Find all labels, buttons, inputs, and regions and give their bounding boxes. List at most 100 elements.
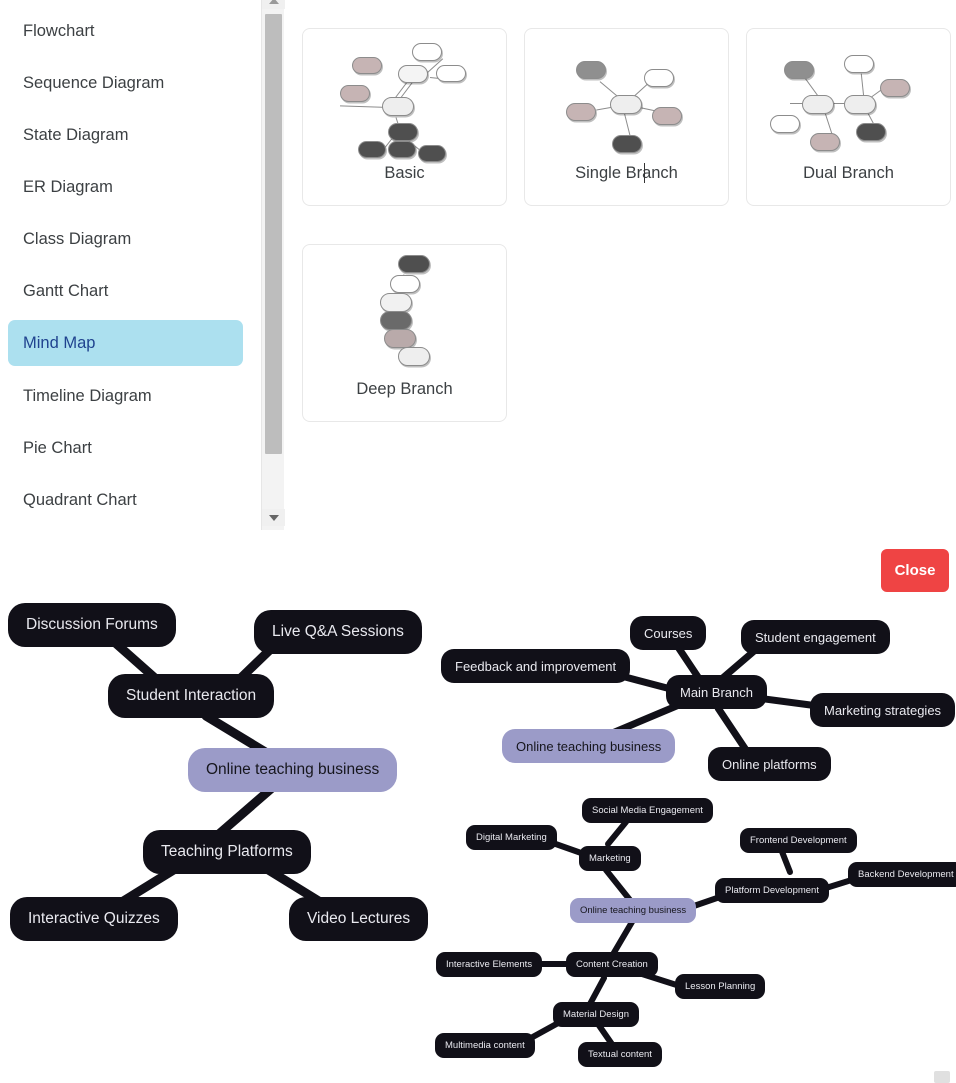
mindmap-node[interactable]: Teaching Platforms: [143, 830, 311, 874]
scrollbar-thumb[interactable]: [265, 14, 282, 454]
mindmap-node[interactable]: Digital Marketing: [466, 825, 557, 850]
sidebar-item-pie-chart[interactable]: Pie Chart: [8, 425, 243, 471]
mindmap-node[interactable]: Frontend Development: [740, 828, 857, 853]
thumb-node: [398, 65, 428, 83]
mindmap-node-accent[interactable]: Online teaching business: [502, 729, 676, 763]
thumb-node: [390, 275, 420, 293]
thumb-node: [340, 85, 370, 102]
thumb-node: [856, 123, 886, 141]
mindmap-node-center[interactable]: Online teaching business: [188, 748, 398, 792]
mindmap-node[interactable]: Interactive Quizzes: [10, 897, 178, 941]
sidebar-item-state-diagram[interactable]: State Diagram: [8, 112, 243, 158]
thumb-node: [398, 255, 430, 273]
sidebar-item-er-diagram[interactable]: ER Diagram: [8, 164, 243, 210]
mindmap-node[interactable]: Content Creation: [566, 952, 658, 977]
mindmap-node[interactable]: Live Q&A Sessions: [254, 610, 422, 654]
scroll-up-button[interactable]: [262, 0, 285, 9]
thumb-link: [340, 105, 389, 108]
template-card-label: Dual Branch: [803, 164, 894, 182]
mindmap-node[interactable]: Online platforms: [708, 747, 831, 781]
edge: [609, 919, 635, 959]
mindmap-node[interactable]: Backend Development: [848, 862, 956, 887]
sidebar-item-label: Pie Chart: [23, 438, 92, 457]
sidebar-item-label: Mind Map: [23, 333, 96, 352]
chevron-up-icon: [268, 0, 279, 4]
mindmap-node[interactable]: Multimedia content: [435, 1033, 535, 1058]
sidebar-scrollbar[interactable]: [261, 0, 285, 530]
sidebar-item-label: Sequence Diagram: [23, 73, 165, 92]
template-card-grid: Basic Single Branch Dual Branch Deep Bra…: [296, 0, 956, 430]
sidebar-item-sequence-diagram[interactable]: Sequence Diagram: [8, 60, 243, 106]
mindmap-left-preview: Discussion Forums Live Q&A Sessions Stud…: [0, 598, 430, 948]
edge: [587, 975, 607, 1007]
close-button[interactable]: Close: [881, 549, 949, 592]
sidebar-item-label: State Diagram: [23, 125, 129, 144]
deep-branch-thumbnail: [312, 251, 497, 376]
thumb-node: [380, 311, 412, 330]
sidebar-item-label: Timeline Diagram: [23, 386, 152, 405]
mindmap-deep-branch-preview: Social Media Engagement Digital Marketin…: [430, 792, 956, 1083]
thumb-node: [652, 107, 682, 125]
thumb-node: [844, 95, 876, 114]
thumb-node: [382, 97, 414, 116]
sidebar-item-timeline-diagram[interactable]: Timeline Diagram: [8, 373, 243, 419]
thumb-node: [610, 95, 642, 114]
template-card-label: Single Branch: [575, 164, 678, 182]
thumb-node: [384, 329, 416, 348]
thumb-node: [398, 347, 430, 366]
mindmap-node[interactable]: Courses: [630, 616, 707, 650]
mindmap-node[interactable]: Video Lectures: [289, 897, 429, 941]
thumb-node: [388, 123, 418, 141]
mindmap-node[interactable]: Textual content: [578, 1042, 662, 1067]
thumb-node: [566, 103, 596, 121]
mindmap-node-center[interactable]: Main Branch: [666, 675, 767, 709]
scroll-down-button[interactable]: [262, 509, 285, 526]
mindmap-node[interactable]: Material Design: [553, 1002, 639, 1027]
mindmap-node[interactable]: Marketing: [579, 846, 641, 871]
mindmap-node[interactable]: Lesson Planning: [675, 974, 766, 999]
mindmap-node[interactable]: Social Media Engagement: [582, 798, 713, 823]
thumb-node: [844, 55, 874, 73]
thumb-node: [576, 61, 606, 79]
mindmap-node[interactable]: Student Interaction: [108, 674, 275, 718]
sidebar-item-mind-map[interactable]: Mind Map: [8, 320, 243, 366]
template-card-dual-branch[interactable]: Dual Branch: [746, 28, 951, 206]
thumb-node: [644, 69, 674, 87]
app-root: Flowchart Sequence Diagram State Diagram…: [0, 0, 956, 1083]
edge: [605, 819, 629, 847]
sidebar-item-label: Flowchart: [23, 21, 95, 40]
template-card-label: Basic: [384, 164, 425, 182]
sidebar-item-label: ER Diagram: [23, 177, 113, 196]
dual-branch-thumbnail: [756, 35, 941, 160]
mindmap-node[interactable]: Student engagement: [741, 620, 890, 654]
thumb-node: [352, 57, 382, 74]
resize-handle-icon: [934, 1071, 950, 1083]
thumb-node: [802, 95, 834, 114]
thumb-node: [388, 141, 416, 158]
template-card-single-branch[interactable]: Single Branch: [524, 28, 729, 206]
mindmap-node[interactable]: Platform Development: [715, 878, 829, 903]
sidebar-item-class-diagram[interactable]: Class Diagram: [8, 216, 243, 262]
sidebar-item-label: Gantt Chart: [23, 281, 109, 300]
thumb-node: [880, 79, 910, 97]
sidebar-item-quadrant-chart[interactable]: Quadrant Chart: [8, 477, 243, 523]
thumb-node: [436, 65, 466, 82]
sidebar-item-gantt-chart[interactable]: Gantt Chart: [8, 268, 243, 314]
diagram-type-sidebar: Flowchart Sequence Diagram State Diagram…: [0, 0, 258, 530]
template-picker-panel: Flowchart Sequence Diagram State Diagram…: [0, 0, 956, 530]
thumb-node: [784, 61, 814, 79]
edge: [603, 867, 633, 903]
mindmap-node[interactable]: Discussion Forums: [8, 603, 176, 647]
mindmap-node[interactable]: Marketing strategies: [810, 693, 956, 727]
sidebar-item-flowchart[interactable]: Flowchart: [8, 8, 243, 54]
text-caret: [644, 163, 646, 183]
template-card-label: Deep Branch: [356, 380, 453, 398]
basic-thumbnail: [312, 35, 497, 162]
mindmap-single-branch-preview: Courses Student engagement Feedback and …: [430, 598, 956, 788]
mindmap-node[interactable]: Interactive Elements: [436, 952, 543, 977]
template-card-basic[interactable]: Basic: [302, 28, 507, 206]
mindmap-node-center[interactable]: Online teaching business: [570, 898, 697, 923]
thumb-node: [412, 43, 442, 61]
mindmap-node[interactable]: Feedback and improvement: [441, 649, 631, 683]
template-card-deep-branch[interactable]: Deep Branch: [302, 244, 507, 422]
